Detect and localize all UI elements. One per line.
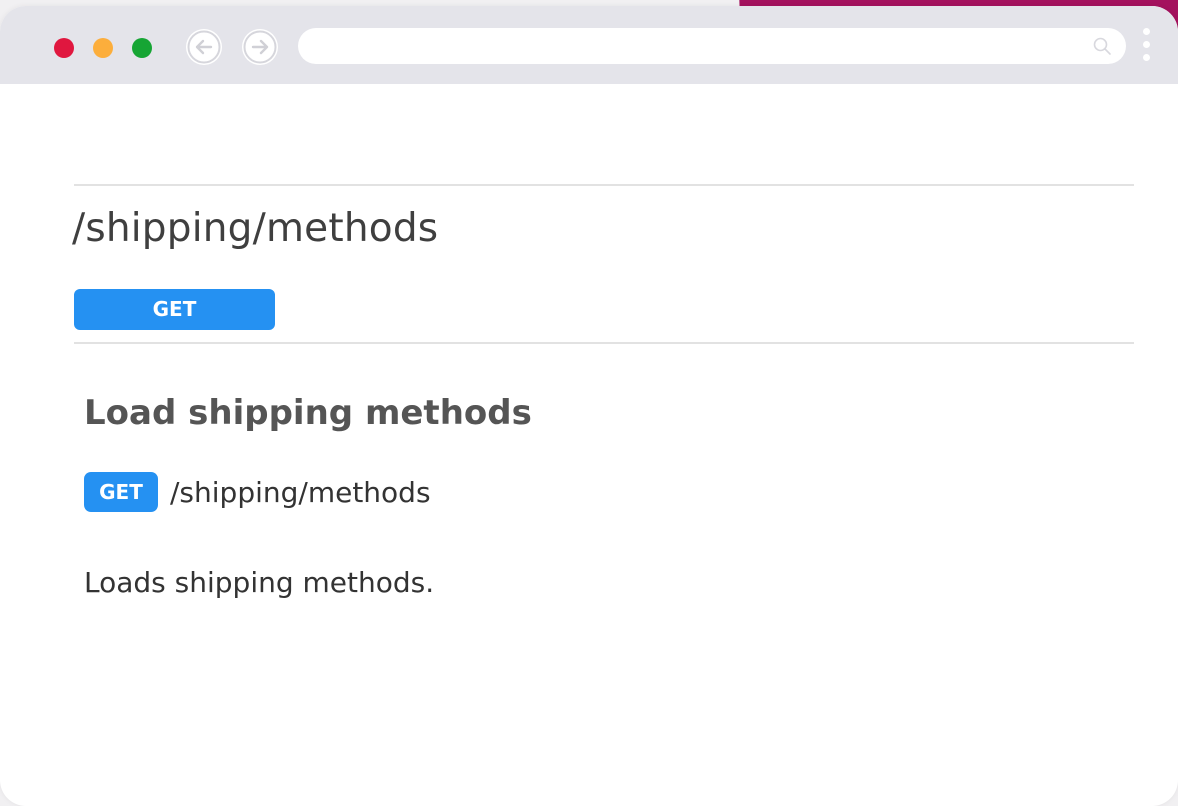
address-bar[interactable]: [298, 28, 1126, 64]
section-divider: [74, 342, 1134, 344]
operation-description: Loads shipping methods.: [84, 566, 435, 599]
top-divider: [74, 184, 1134, 186]
browser-toolbar: [0, 6, 1178, 84]
search-icon[interactable]: [1092, 36, 1112, 56]
operation-title: Load shipping methods: [84, 393, 532, 433]
get-method-badge: GET: [84, 472, 158, 512]
forward-button[interactable]: [242, 29, 278, 65]
maximize-window-button[interactable]: [132, 38, 152, 58]
arrow-left-icon: [187, 30, 221, 64]
operation-method-row[interactable]: GET /shipping/methods: [84, 472, 431, 512]
browser-window: /shipping/methods GET Load shipping meth…: [0, 6, 1178, 806]
close-window-button[interactable]: [54, 38, 74, 58]
arrow-right-icon: [243, 30, 277, 64]
back-button[interactable]: [186, 29, 222, 65]
page-content: /shipping/methods GET Load shipping meth…: [0, 84, 1178, 784]
get-method-bar[interactable]: GET: [74, 289, 275, 330]
endpoint-path-heading: /shipping/methods: [72, 206, 439, 251]
minimize-window-button[interactable]: [93, 38, 113, 58]
operation-path: /shipping/methods: [170, 475, 431, 509]
more-vertical-icon[interactable]: [1141, 28, 1151, 68]
